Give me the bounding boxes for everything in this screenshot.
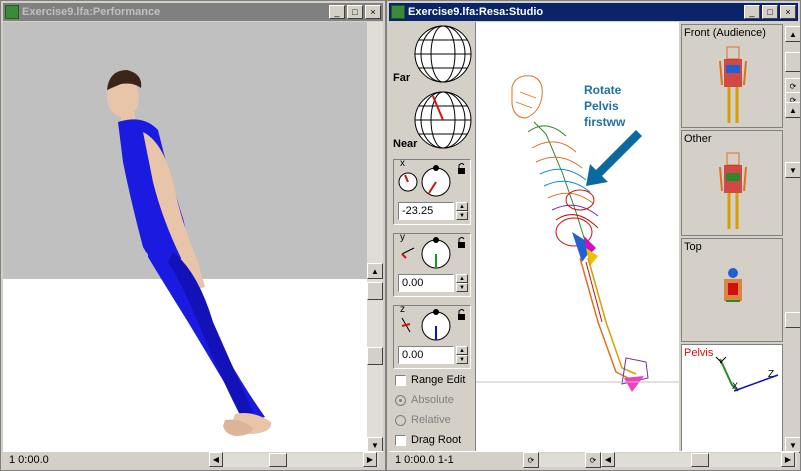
maximize-button[interactable]: □ bbox=[762, 5, 778, 19]
window-title: Exercise9.lfa:Resa:Studio bbox=[408, 6, 544, 18]
front-figure-thumb bbox=[719, 46, 747, 123]
performance-statusbar: 1 0:00.0 ◀ ▶ bbox=[3, 451, 383, 468]
scroll-thumb[interactable] bbox=[367, 282, 383, 300]
svg-text:X: X bbox=[732, 381, 738, 391]
view-other[interactable]: Other bbox=[681, 130, 783, 236]
spin-up-icon[interactable]: ▲ bbox=[456, 274, 468, 283]
time-scrollbar[interactable]: ◀ ▶ bbox=[601, 452, 797, 467]
scroll-thumb[interactable] bbox=[785, 52, 800, 72]
performance-vscrollbar[interactable]: ▲ ▼ bbox=[367, 22, 383, 453]
other-figure-thumb bbox=[719, 152, 747, 229]
radio-dot[interactable] bbox=[395, 394, 406, 406]
close-button[interactable]: × bbox=[780, 5, 796, 19]
annotation-line-3: firstww bbox=[584, 115, 626, 129]
control-panel: Far Near x -23.25 ▲ ▼ y 0.00 ▲ ▼ z 0.00 … bbox=[389, 22, 475, 453]
studio-window: Exercise9.lfa:Resa:Studio _ □ × Far Near… bbox=[386, 0, 801, 471]
z-rotation-dial-icon[interactable] bbox=[396, 308, 470, 344]
checkbox-box[interactable] bbox=[395, 434, 406, 446]
pelvis-axes-thumb: Z X bbox=[715, 356, 779, 392]
timeline-scrollbar[interactable]: ◀ ▶ bbox=[209, 452, 379, 467]
views-column: Front (Audience) Other Top Pelvis Z X bbox=[679, 22, 785, 453]
z-rotation-spinner[interactable]: ▲ ▼ bbox=[456, 346, 468, 364]
x-axis-panel: x -23.25 ▲ ▼ bbox=[393, 158, 471, 225]
time-readout: 1 0:00.0 bbox=[9, 454, 49, 466]
studio-titlebar[interactable]: Exercise9.lfa:Resa:Studio _ □ × bbox=[389, 3, 798, 21]
spin-up-icon[interactable]: ▲ bbox=[456, 202, 468, 211]
scroll-thumb-lower[interactable] bbox=[367, 347, 383, 365]
minimize-button[interactable]: _ bbox=[744, 5, 760, 19]
relative-radio[interactable]: Relative bbox=[395, 414, 451, 426]
minimize-button[interactable]: _ bbox=[329, 5, 345, 19]
annotation-line-1: Rotate bbox=[584, 83, 622, 97]
figure-render bbox=[107, 70, 272, 436]
scroll-up-button[interactable]: ▲ bbox=[785, 26, 800, 42]
scroll-up-button[interactable]: ▲ bbox=[367, 263, 383, 279]
relative-label: Relative bbox=[411, 414, 451, 426]
window-title: Exercise9.lfa:Performance bbox=[22, 6, 161, 18]
z-axis-panel: z 0.00 ▲ ▼ bbox=[393, 304, 471, 369]
time-thumb[interactable] bbox=[691, 453, 709, 467]
view-pelvis[interactable]: Pelvis Z X bbox=[681, 344, 783, 452]
annotation-line-2: Pelvis bbox=[584, 99, 619, 113]
far-label: Far bbox=[393, 72, 411, 84]
performance-window: Exercise9.lfa:Performance _ □ × ▲ ▼ 1 0:… bbox=[0, 0, 386, 471]
studio-viewport[interactable]: Rotate Pelvis firstww bbox=[475, 22, 680, 453]
near-sphere-icon[interactable] bbox=[413, 90, 473, 150]
skeleton-figure bbox=[476, 75, 680, 392]
spin-down-icon[interactable]: ▼ bbox=[456, 355, 468, 364]
scroll-thumb-lower[interactable] bbox=[785, 312, 800, 328]
spin-up-icon[interactable]: ▲ bbox=[456, 346, 468, 355]
range-edit-checkbox[interactable]: Range Edit bbox=[395, 374, 465, 386]
time-right-button[interactable]: ▶ bbox=[781, 452, 795, 467]
timeline-left-button[interactable]: ◀ bbox=[209, 452, 223, 467]
app-icon bbox=[391, 5, 405, 19]
svg-text:Z: Z bbox=[768, 369, 774, 380]
x-rotation-dial-icon[interactable] bbox=[396, 162, 470, 198]
timeline-right-button[interactable]: ▶ bbox=[363, 452, 377, 467]
timeline-scrollbar[interactable] bbox=[539, 453, 585, 467]
performance-titlebar[interactable]: Exercise9.lfa:Performance _ □ × bbox=[3, 3, 383, 21]
scroll-down-button[interactable]: ▼ bbox=[785, 162, 800, 178]
timeline-thumb[interactable] bbox=[269, 453, 287, 467]
y-rotation-dial-icon[interactable] bbox=[396, 236, 470, 272]
studio-vscrollbar[interactable]: ▲ ⟳ ⟳ ▲ ▼ ▼ bbox=[785, 22, 800, 453]
x-rotation-spinner[interactable]: ▲ ▼ bbox=[456, 202, 468, 220]
far-sphere-icon[interactable] bbox=[413, 24, 473, 84]
y-axis-panel: y 0.00 ▲ ▼ bbox=[393, 232, 471, 297]
radio-dot[interactable] bbox=[395, 414, 406, 426]
x-rotation-input[interactable]: -23.25 bbox=[398, 202, 454, 220]
view-front-audience[interactable]: Front (Audience) bbox=[681, 24, 783, 128]
near-label: Near bbox=[393, 138, 418, 150]
loop-icon[interactable]: ⟳ bbox=[523, 452, 539, 468]
view-top[interactable]: Top bbox=[681, 238, 783, 342]
range-edit-label: Range Edit bbox=[411, 374, 466, 386]
close-button[interactable]: × bbox=[365, 5, 381, 19]
top-figure-thumb bbox=[724, 268, 742, 302]
scroll-up-button[interactable]: ▲ bbox=[785, 102, 800, 118]
maximize-button[interactable]: □ bbox=[347, 5, 363, 19]
loop-icon[interactable]: ⟳ bbox=[585, 452, 601, 468]
app-icon bbox=[5, 5, 19, 19]
checkbox-box[interactable] bbox=[395, 374, 406, 386]
y-rotation-spinner[interactable]: ▲ ▼ bbox=[456, 274, 468, 292]
performance-viewport[interactable] bbox=[3, 22, 367, 453]
time-left-button[interactable]: ◀ bbox=[601, 452, 615, 467]
absolute-radio[interactable]: Absolute bbox=[395, 394, 454, 406]
spin-down-icon[interactable]: ▼ bbox=[456, 211, 468, 220]
z-rotation-input[interactable]: 0.00 bbox=[398, 346, 454, 364]
absolute-label: Absolute bbox=[411, 394, 454, 406]
drag-root-checkbox[interactable]: Drag Root bbox=[395, 434, 461, 446]
studio-statusbar: 1 0:00.0 1-1 ⟳ ⟳ ◀ ▶ bbox=[389, 451, 799, 468]
spin-down-icon[interactable]: ▼ bbox=[456, 283, 468, 292]
y-rotation-input[interactable]: 0.00 bbox=[398, 274, 454, 292]
drag-root-label: Drag Root bbox=[411, 434, 462, 446]
time-readout: 1 0:00.0 1-1 bbox=[395, 454, 454, 466]
annotation-text: Rotate Pelvis firstww bbox=[584, 82, 625, 130]
